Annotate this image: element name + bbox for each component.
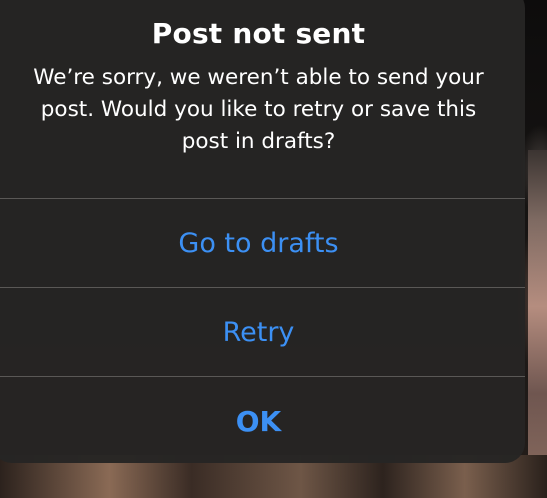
alert-message: We’re sorry, we weren’t able to send you…: [33, 65, 484, 154]
ok-button[interactable]: OK: [0, 377, 525, 463]
post-not-sent-alert: Post not sent We’re sorry, we weren’t ab…: [0, 0, 525, 463]
retry-button[interactable]: Retry: [0, 288, 525, 376]
go-to-drafts-button[interactable]: Go to drafts: [0, 199, 525, 287]
background-photo-right: [528, 150, 547, 498]
alert-title: Post not sent: [151, 17, 366, 50]
alert-header: Post not sent We’re sorry, we weren’t ab…: [0, 0, 525, 198]
